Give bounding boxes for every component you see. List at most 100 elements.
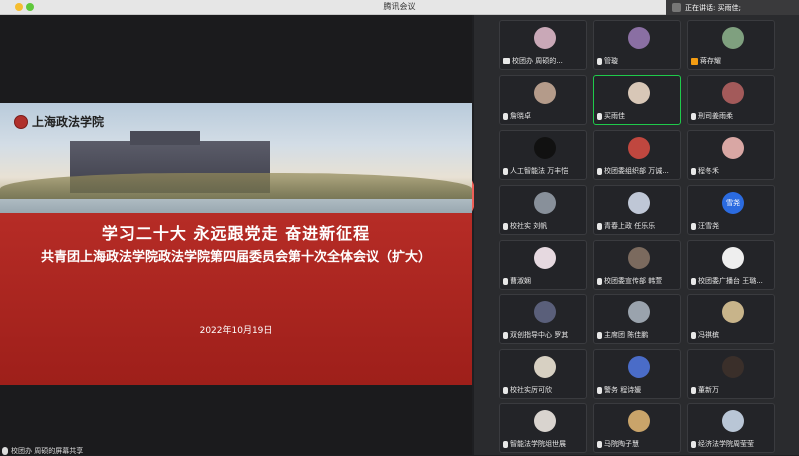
screen-share-area[interactable]: 上海政法学院 学习二十大 永远跟党走 奋进新征程 共青团上海政法学院政法学院第四… xyxy=(0,15,472,455)
participant-tile[interactable]: 青春上政 任乐乐 xyxy=(593,185,681,235)
participant-tile[interactable]: 詹晓卓 xyxy=(499,75,587,125)
participant-name-row: 双创指导中心 罗其 xyxy=(503,330,584,340)
participant-tile[interactable]: 经济法学院周莹莹 xyxy=(687,403,775,453)
mic-icon xyxy=(503,386,508,394)
participant-avatar xyxy=(628,137,650,159)
mic-icon xyxy=(503,112,508,120)
screen-share-icon xyxy=(503,58,510,64)
participant-avatar xyxy=(628,247,650,269)
participant-tile[interactable]: 董新万 xyxy=(687,349,775,399)
participant-tile[interactable]: 校社实厉可欣 xyxy=(499,349,587,399)
participant-tile[interactable]: 刑司姜雨柔 xyxy=(687,75,775,125)
participant-name: 刑司姜雨柔 xyxy=(698,112,733,120)
participant-tile[interactable]: 冯祺槟 xyxy=(687,294,775,344)
mic-icon xyxy=(691,331,696,339)
speaking-indicator: 正在讲话: 买雨佳; xyxy=(666,0,799,15)
participant-name-row: 刑司姜雨柔 xyxy=(691,111,772,121)
participant-name: 主席团 陈佳鹏 xyxy=(604,331,649,339)
participant-avatar xyxy=(534,82,556,104)
mic-icon xyxy=(597,440,602,448)
participant-name: 双创指导中心 罗其 xyxy=(510,331,569,339)
participant-name: 程冬禾 xyxy=(698,167,719,175)
participant-name-row: 程冬禾 xyxy=(691,166,772,176)
participant-avatar xyxy=(534,301,556,323)
mic-icon xyxy=(597,331,602,339)
participant-name-row: 人工智能法 万丰恺 xyxy=(503,166,584,176)
university-logo: 上海政法学院 xyxy=(14,113,104,130)
participant-tile[interactable]: 曹淑娴 xyxy=(499,240,587,290)
participant-name: 曹淑娴 xyxy=(510,277,531,285)
participant-name: 蒋存耀 xyxy=(700,57,721,65)
participant-name-row: 校团办 周硕的... xyxy=(503,56,584,66)
host-icon xyxy=(691,57,698,65)
mic-icon xyxy=(691,222,696,230)
participant-name-row: 校团委组织部 万诚... xyxy=(597,166,678,176)
participant-name: 校社实 刘帆 xyxy=(510,222,548,230)
participant-tile[interactable]: 校社实 刘帆 xyxy=(499,185,587,235)
participant-name: 警务 程诗媛 xyxy=(604,386,642,394)
participant-avatar xyxy=(722,137,744,159)
participant-avatar xyxy=(722,27,744,49)
participant-tile[interactable]: 程冬禾 xyxy=(687,130,775,180)
participant-tile[interactable]: 智能法学院俎世展 xyxy=(499,403,587,453)
mic-icon xyxy=(503,222,508,230)
participant-avatar xyxy=(628,27,650,49)
mic-icon xyxy=(597,57,602,65)
campus-photo: 上海政法学院 xyxy=(0,103,472,223)
participant-avatar xyxy=(722,301,744,323)
participant-name-row: 主席团 陈佳鹏 xyxy=(597,330,678,340)
participant-name: 经济法学院周莹莹 xyxy=(698,440,754,448)
participant-avatar xyxy=(628,356,650,378)
mic-icon xyxy=(597,222,602,230)
participant-tile[interactable]: 校团委组织部 万诚... xyxy=(593,130,681,180)
participant-tile[interactable]: 校团办 周硕的... xyxy=(499,20,587,70)
mic-icon xyxy=(597,112,602,120)
participant-name: 青春上政 任乐乐 xyxy=(604,222,656,230)
slide-subheadline: 共青团上海政法学院政法学院第四届委员会第十次全体会议（扩大） xyxy=(40,250,431,265)
mic-icon xyxy=(503,440,508,448)
mic-icon xyxy=(691,277,696,285)
participant-tile[interactable]: 马院陶子慧 xyxy=(593,403,681,453)
participant-name-row: 校团委宣传部 韩萱 xyxy=(597,276,678,286)
participant-avatar xyxy=(722,247,744,269)
participant-avatar xyxy=(628,410,650,432)
participant-name: 人工智能法 万丰恺 xyxy=(510,167,569,175)
participant-tile[interactable]: 校团委宣传部 韩萱 xyxy=(593,240,681,290)
participant-tile[interactable]: 雪尧 汪雪尧 xyxy=(687,185,775,235)
participant-avatar xyxy=(628,301,650,323)
participant-name-row: 校团委广播台 王璐... xyxy=(691,276,772,286)
participant-name: 汪雪尧 xyxy=(698,222,719,230)
participant-tile[interactable]: 警务 程诗媛 xyxy=(593,349,681,399)
participant-tile[interactable]: 管璇 xyxy=(593,20,681,70)
participant-avatar xyxy=(628,192,650,214)
mic-icon xyxy=(691,112,696,120)
mic-icon xyxy=(2,447,8,455)
participant-tile[interactable]: 人工智能法 万丰恺 xyxy=(499,130,587,180)
participant-avatar xyxy=(534,27,556,49)
participant-name: 校团委宣传部 韩萱 xyxy=(604,277,663,285)
participant-tile[interactable]: 双创指导中心 罗其 xyxy=(499,294,587,344)
participant-name: 校团委广播台 王璐... xyxy=(698,277,763,285)
participant-name: 管璇 xyxy=(604,57,618,65)
participant-avatar xyxy=(722,410,744,432)
participant-name-row: 警务 程诗媛 xyxy=(597,385,678,395)
participant-name-row: 曹淑娴 xyxy=(503,276,584,286)
participant-avatar xyxy=(722,82,744,104)
shared-slide: 上海政法学院 学习二十大 永远跟党走 奋进新征程 共青团上海政法学院政法学院第四… xyxy=(0,103,472,385)
participant-name: 詹晓卓 xyxy=(510,112,531,120)
participant-tile[interactable]: 校团委广播台 王璐... xyxy=(687,240,775,290)
participant-name-row: 校社实厉可欣 xyxy=(503,385,584,395)
participant-name-row: 经济法学院周莹莹 xyxy=(691,439,772,449)
emblem-icon xyxy=(14,114,28,129)
mic-icon xyxy=(691,167,696,175)
participant-name-row: 校社实 刘帆 xyxy=(503,221,584,231)
participant-name-row: 买雨佳 xyxy=(597,111,678,121)
participant-avatar xyxy=(534,192,556,214)
participant-avatar xyxy=(722,356,744,378)
participant-tile[interactable]: 蒋存耀 xyxy=(687,20,775,70)
participant-name-row: 蒋存耀 xyxy=(691,56,772,66)
mic-icon xyxy=(597,277,602,285)
participant-tile[interactable]: 主席团 陈佳鹏 xyxy=(593,294,681,344)
participant-name-row: 马院陶子慧 xyxy=(597,439,678,449)
participant-tile[interactable]: 买雨佳 xyxy=(593,75,681,125)
